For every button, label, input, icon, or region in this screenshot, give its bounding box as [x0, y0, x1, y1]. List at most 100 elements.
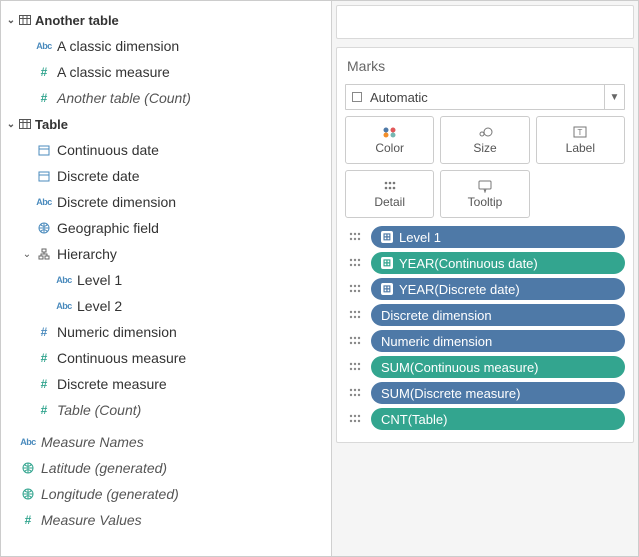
automatic-icon	[352, 92, 362, 102]
pill-shelf-icon	[345, 335, 365, 347]
marks-card: Marks Automatic ▼ Color Size	[336, 47, 634, 443]
pill-list: ⊞Level 1⊞YEAR(Continuous date)⊞YEAR(Disc…	[345, 226, 625, 430]
data-field[interactable]: #Discrete measure	[1, 371, 331, 397]
mark-type-dropdown[interactable]: Automatic ▼	[345, 84, 625, 110]
field-pill[interactable]: SUM(Continuous measure)	[371, 356, 625, 378]
field-pill[interactable]: SUM(Discrete measure)	[371, 382, 625, 404]
data-field[interactable]: AbcDiscrete dimension	[1, 189, 331, 215]
abc-icon: Abc	[56, 275, 72, 285]
data-field[interactable]: #Numeric dimension	[1, 319, 331, 345]
abc-icon: Abc	[56, 301, 72, 311]
detail-icon	[347, 283, 363, 295]
data-pane: ⌄Another tableAbcA classic dimension#A c…	[1, 1, 331, 556]
field-label: Another table (Count)	[55, 90, 191, 106]
data-field[interactable]: ⌄Hierarchy	[1, 241, 331, 267]
marks-title: Marks	[345, 56, 625, 76]
table-header[interactable]: ⌄Table	[1, 111, 331, 137]
detail-icon	[347, 257, 363, 269]
color-icon	[381, 125, 399, 139]
hash-icon: #	[41, 91, 48, 105]
globe-icon	[38, 222, 50, 234]
pill-shelf-icon	[345, 257, 365, 269]
pill-shelf-icon	[345, 413, 365, 425]
field-pill[interactable]: ⊞ Level 1	[371, 226, 625, 248]
data-field[interactable]: AbcA classic dimension	[1, 33, 331, 59]
data-field-child[interactable]: AbcLevel 2	[1, 293, 331, 319]
hash-icon: #	[41, 65, 48, 79]
tooltip-button[interactable]: Tooltip	[440, 170, 529, 218]
marks-pane: Marks Automatic ▼ Color Size	[331, 1, 638, 556]
data-field[interactable]: Continuous date	[1, 137, 331, 163]
data-field[interactable]: AbcMeasure Names	[1, 429, 331, 455]
data-field[interactable]: #Continuous measure	[1, 345, 331, 371]
tooltip-icon	[476, 179, 494, 193]
caret-down-icon: ⌄	[5, 15, 17, 26]
data-field[interactable]: # A classic measure	[1, 59, 331, 85]
pill-shelf-icon	[345, 309, 365, 321]
data-field[interactable]: #Table (Count)	[1, 397, 331, 423]
label-button[interactable]: T Label	[536, 116, 625, 164]
svg-text:T: T	[578, 128, 583, 137]
field-label: Discrete dimension	[55, 194, 176, 210]
calendar-icon	[38, 144, 50, 156]
field-label: Continuous measure	[55, 350, 186, 366]
field-pill[interactable]: ⊞ YEAR(Discrete date)	[371, 278, 625, 300]
data-field[interactable]: Discrete date	[1, 163, 331, 189]
color-button[interactable]: Color	[345, 116, 434, 164]
expand-icon[interactable]: ⊞	[381, 283, 393, 295]
pill-row: SUM(Continuous measure)	[345, 356, 625, 378]
detail-button[interactable]: Detail	[345, 170, 434, 218]
detail-icon	[347, 309, 363, 321]
field-pill[interactable]: ⊞YEAR(Continuous date)	[371, 252, 625, 274]
empty-shelf[interactable]	[336, 5, 634, 39]
data-field[interactable]: Longitude (generated)	[1, 481, 331, 507]
calendar-icon	[38, 170, 50, 182]
caret-down-icon: ⌄	[21, 249, 33, 260]
caret-down-icon: ⌄	[5, 119, 17, 130]
abc-icon: Abc	[36, 41, 52, 51]
data-field[interactable]: Geographic field	[1, 215, 331, 241]
field-pill[interactable]: Discrete dimension	[371, 304, 625, 326]
pill-row: CNT(Table)	[345, 408, 625, 430]
detail-icon	[381, 179, 399, 193]
pill-label: SUM(Discrete measure)	[381, 386, 520, 401]
pill-shelf-icon	[345, 361, 365, 373]
detail-icon	[347, 335, 363, 347]
table-icon	[19, 15, 31, 25]
hash-icon: #	[41, 325, 48, 339]
pill-label: Discrete dimension	[381, 308, 492, 323]
hash-icon: #	[25, 513, 32, 527]
field-label: Continuous date	[55, 142, 159, 158]
field-pill[interactable]: Numeric dimension	[371, 330, 625, 352]
field-label: A classic dimension	[55, 38, 179, 54]
pill-label: CNT(Table)	[381, 412, 447, 427]
detail-icon	[347, 231, 363, 243]
data-field-child[interactable]: AbcLevel 1	[1, 267, 331, 293]
abc-icon: Abc	[20, 437, 36, 447]
field-label: Measure Names	[39, 434, 144, 450]
hash-icon: #	[41, 403, 48, 417]
globe-icon	[22, 488, 34, 500]
expand-icon[interactable]: ⊞	[381, 257, 393, 269]
size-button[interactable]: Size	[440, 116, 529, 164]
field-label: Measure Values	[39, 512, 142, 528]
data-field[interactable]: Latitude (generated)	[1, 455, 331, 481]
data-field[interactable]: # Measure Values	[1, 507, 331, 533]
chevron-down-icon: ▼	[604, 85, 624, 109]
field-label: A classic measure	[55, 64, 170, 80]
size-icon	[476, 125, 494, 139]
pill-label: YEAR(Discrete date)	[399, 282, 520, 297]
table-header[interactable]: ⌄ Another table	[1, 7, 331, 33]
pill-label: Level 1	[399, 230, 441, 245]
field-label: Latitude (generated)	[39, 460, 167, 476]
field-label: Level 1	[75, 272, 122, 288]
table-name: Another table	[33, 13, 119, 28]
pill-row: ⊞ YEAR(Discrete date)	[345, 278, 625, 300]
pill-row: ⊞ Level 1	[345, 226, 625, 248]
expand-icon[interactable]: ⊞	[381, 231, 393, 243]
field-pill[interactable]: CNT(Table)	[371, 408, 625, 430]
pill-shelf-icon	[345, 387, 365, 399]
data-field[interactable]: # Another table (Count)	[1, 85, 331, 111]
hash-icon: #	[41, 377, 48, 391]
hierarchy-icon	[38, 248, 50, 260]
